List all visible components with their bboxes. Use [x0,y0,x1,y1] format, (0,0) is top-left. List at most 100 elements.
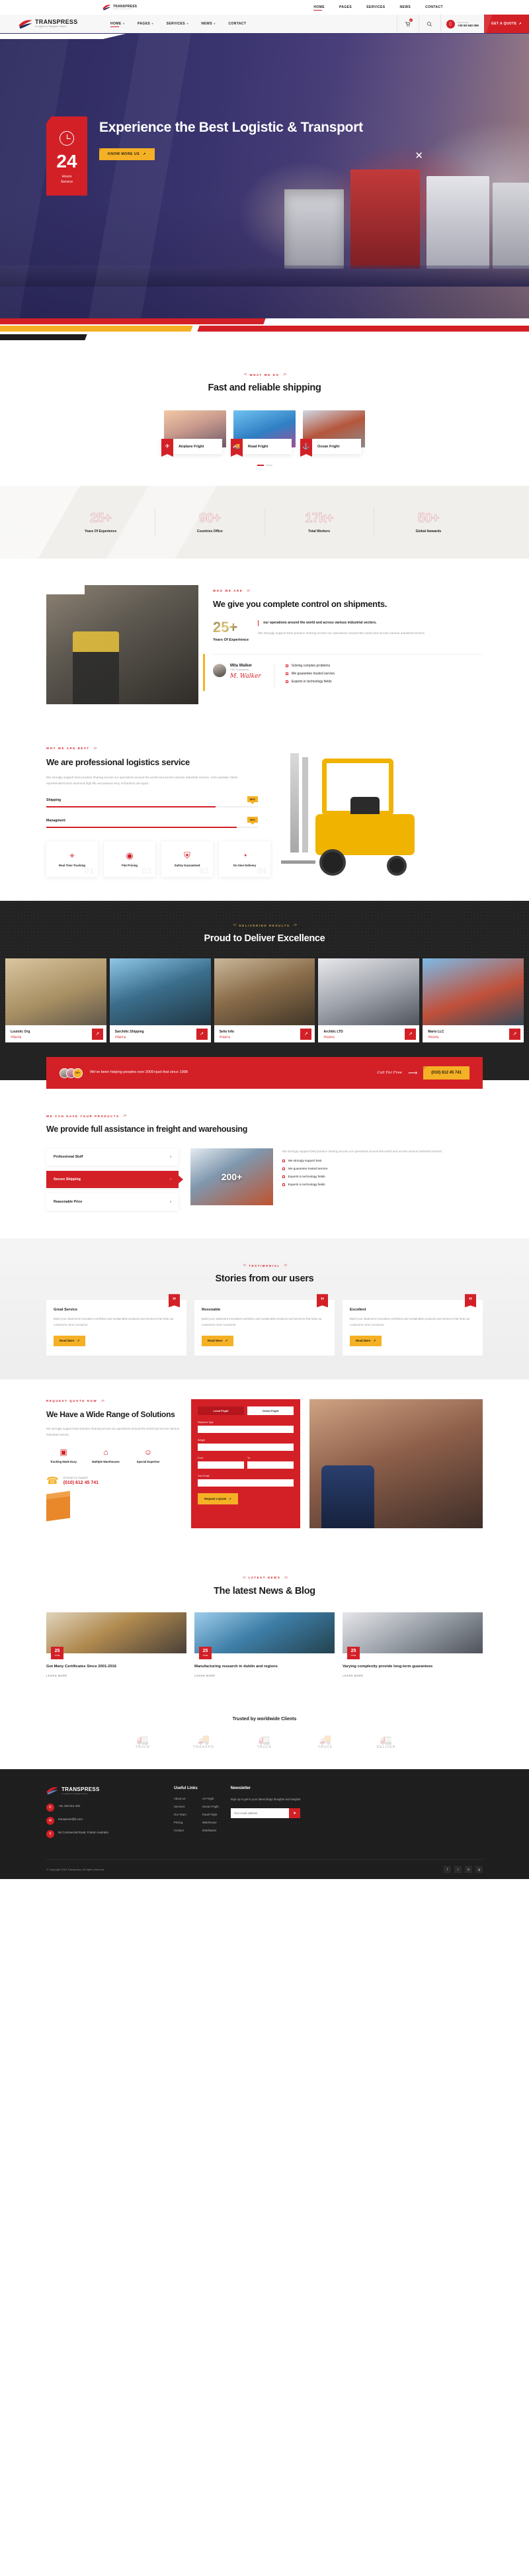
cta-phone-button[interactable]: (010) 612 45 741 [423,1066,469,1080]
learn-more-link[interactable]: LEARN MORE [194,1675,335,1677]
from-input[interactable] [198,1461,244,1469]
call-block[interactable]: Call Us Now +36 55 540 069 [440,15,484,33]
contact-item[interactable]: ✆ +61 426 814 294 [46,1803,162,1812]
arrow-up-right-icon[interactable]: ↗ [91,1028,103,1040]
facebook-icon[interactable]: f [444,1865,451,1873]
footer-link[interactable]: Ocean Fright [202,1805,219,1808]
assistance-tabs[interactable]: Professional Stuff › Secure Shipping › R… [46,1148,183,1216]
footer-link[interactable]: Our Team [174,1813,186,1816]
close-icon[interactable]: ✕ [415,150,423,161]
blog-card[interactable]: 25 JUNE Manufacturing research in dublin … [194,1612,335,1677]
arrow-up-right-icon[interactable]: ↗ [300,1028,312,1040]
project-card[interactable]: Mario LLC Shipping ↗ [423,958,524,1043]
project-card[interactable]: Architic LTD Shipping ↗ [318,958,420,1043]
newsletter-email-input[interactable] [230,1808,290,1818]
blog-card[interactable]: 25 JUNE Varying complexity provide long-t… [343,1612,483,1677]
header-logo[interactable]: TRANSPRESS A Logistic & Transport Theme [0,19,102,29]
topbar-nav-pages[interactable]: PAGES [339,5,352,9]
project-name: Mario LLC [428,1030,444,1035]
footer-link[interactable]: Pricing [174,1821,186,1824]
footer-link[interactable]: Air Fright [202,1797,219,1800]
solution-label: Special Expertise [136,1460,160,1464]
twitter-icon[interactable]: t [454,1865,462,1873]
feature-card[interactable]: ⛨ Safety Guaranteed 03 [161,841,213,878]
topbar-nav-home[interactable]: HOME [313,5,325,11]
learn-more-link[interactable]: LEARN MORE [46,1675,186,1677]
blog-card[interactable]: 25 JUNE Got Many Certificates Since 2001-… [46,1612,186,1677]
nav-services[interactable]: SERVICES ▾ [167,22,188,26]
carousel-dot-active[interactable] [257,465,264,466]
topbar-nav-services[interactable]: SERVICES [366,5,385,9]
project-card[interactable]: Selio Info Shipping ↗ [214,958,315,1043]
forklift-illustration [271,747,436,876]
form-tab-ocean[interactable]: Ocean Fright [247,1406,294,1415]
nav-contact[interactable]: CONTACT [228,22,246,26]
hero-title: Experience the Best Logistic & Transport [99,120,363,135]
carousel-dot[interactable] [265,465,272,466]
read-more-button[interactable]: Read More ↗ [202,1335,234,1346]
instagram-icon[interactable]: ig [475,1865,483,1873]
chevron-right-icon: ≫ [122,1114,127,1119]
service-card[interactable]: 🚚 Road Fright [231,410,296,457]
chevron-right-icon: › [170,1155,171,1160]
topbar-tagline: A Logistic & Transport Theme [113,9,132,10]
section-eyebrow: ≪ TESTIMONIAL ≫ [242,1264,288,1268]
service-card[interactable]: ✈ Airplane Fright [161,410,226,457]
tab-secure-shipping[interactable]: Secure Shipping › [46,1171,183,1189]
footer-link[interactable]: Warehouse [202,1821,219,1824]
main-nav[interactable]: HOME ▾ PAGES ▾ SERVICES ▾ NEWS ▾ CONTACT [110,22,246,27]
get-a-quote-button[interactable]: GET A QUOTE ↗ [483,15,529,33]
shipment-type-input[interactable] [198,1425,294,1433]
hero-content: 24 Hours Service Experience the Best Logi… [46,116,363,196]
service-card[interactable]: ⚓ Ocean Fright [300,410,365,457]
nav-pages[interactable]: PAGES ▾ [138,22,153,26]
topbar-nav[interactable]: HOME PAGES SERVICES NEWS CONTACT [313,5,443,11]
tab-reasonable-price[interactable]: Reasonable Price › [46,1193,179,1211]
arrow-up-right-icon[interactable]: ↗ [509,1028,520,1040]
topbar-nav-contact[interactable]: CONTACT [425,5,443,9]
know-more-button[interactable]: KNOW MORE US ↗ [99,148,155,160]
weight-input[interactable] [198,1443,294,1451]
arrow-up-right-icon[interactable]: ↗ [405,1028,417,1040]
contact-item[interactable]: ✉ transpress@b.com [46,1816,162,1825]
phone-icon [446,19,455,28]
arrow-up-right-icon[interactable]: ↗ [196,1028,208,1040]
topbar-nav-news[interactable]: NEWS [400,5,411,9]
topbar-logo[interactable]: TRANSPRESS A Logistic & Transport Theme [102,4,137,11]
footer-link[interactable]: Contact [174,1829,186,1832]
read-more-button[interactable]: Read More ↗ [54,1335,86,1346]
nav-home[interactable]: HOME ▾ [110,22,124,27]
request-quote-button[interactable]: Request a Quote ↗ [198,1493,238,1504]
project-category: Shipping [114,1035,126,1038]
forklift-fork [281,860,315,864]
client-logos: 🚛 TRUCK 🚚 TRANSPO 🚛 TRUCK 🚚 TRUCK 🚛 DELIVER [0,1733,529,1749]
emergency-phone[interactable]: (010) 612 45 741 [63,1481,99,1485]
footer-link[interactable]: Services [174,1805,186,1808]
read-more-button[interactable]: Read More ↗ [350,1335,382,1346]
search-button[interactable] [418,15,440,33]
feature-card[interactable]: ◉ Flat Pricing 02 [104,841,155,878]
check-item: Solving complex problems [285,664,336,668]
learn-more-link[interactable]: LEARN MORE [343,1675,483,1677]
linkedin-icon[interactable]: in [465,1865,472,1873]
tab-professional-stuff[interactable]: Professional Stuff › [46,1148,179,1166]
signature: M. Walker [230,673,261,680]
project-name: Louistic Org [11,1030,30,1035]
feature-card[interactable]: ◔ On time Delivery 04 [219,841,270,878]
footer-logo[interactable]: TRANSPRESS A Logistic & Transport Theme [46,1786,162,1795]
email-input[interactable] [198,1479,294,1487]
form-tab-local[interactable]: Local Fright [198,1406,244,1415]
footer-link[interactable]: Road Fright [202,1813,219,1816]
footer-link[interactable]: About Us [174,1797,186,1800]
cart-button[interactable]: 0 [396,15,419,33]
feature-card[interactable]: ⌖ Real Time Tracking 01 [46,841,98,878]
testimonial-card: ” Excellent Build your statement innovat… [343,1294,483,1356]
phone-number[interactable]: +36 55 540 069 [458,24,479,27]
project-card[interactable]: Louistic Org Shipping ↗ [5,958,106,1043]
to-input[interactable] [247,1461,294,1469]
newsletter-submit-button[interactable]: ➤ [289,1808,301,1818]
carousel-dots[interactable] [46,465,483,466]
project-card[interactable]: Sarchitic Shipping Shipping ↗ [109,958,211,1043]
footer-link[interactable]: Distribution [202,1829,219,1832]
nav-news[interactable]: NEWS ▾ [201,22,215,26]
